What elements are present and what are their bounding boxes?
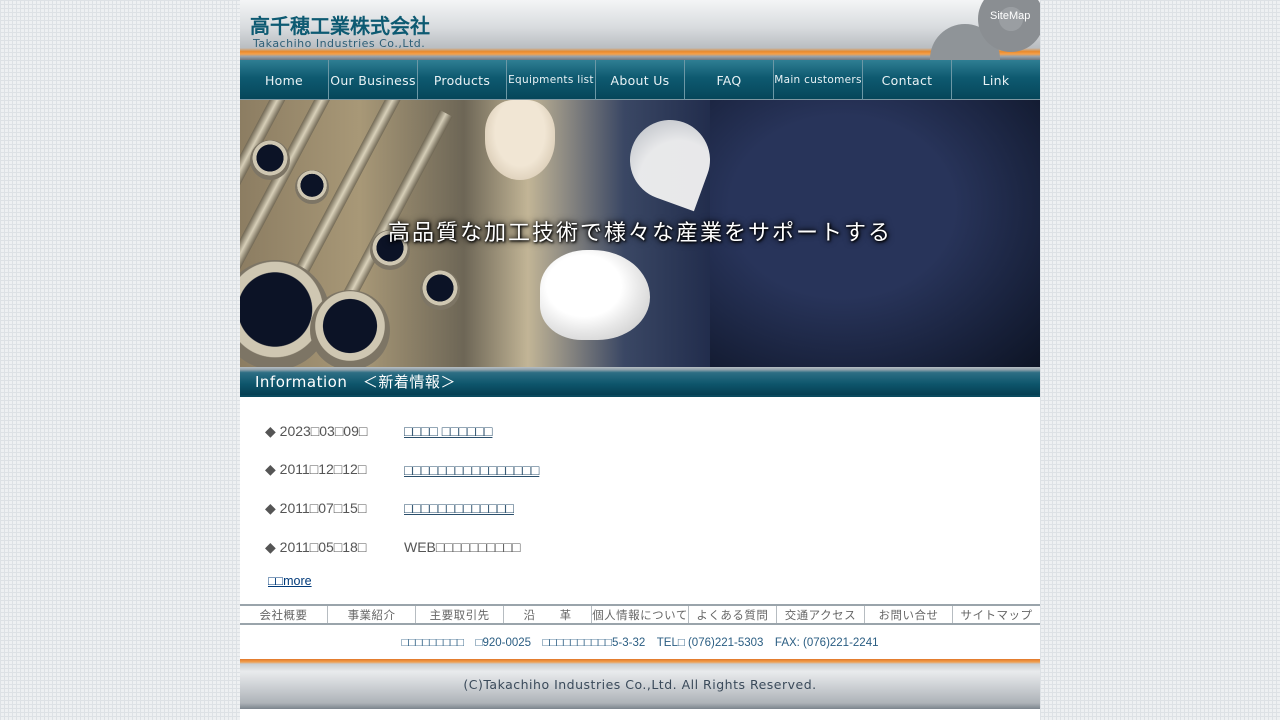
footer-nav-contact[interactable]: お問い合せ — [865, 606, 953, 623]
tube-end — [295, 170, 329, 204]
nav-item-equipments-list[interactable]: Equipments list — [507, 60, 596, 100]
news-list: ◆ 2023□03□09□ □□□□ □□□□□□ ◆ 2011□12□12□ … — [265, 412, 1025, 566]
gauge-icon — [618, 108, 722, 212]
sitemap-link[interactable]: SiteMap — [990, 10, 1030, 22]
main-nav: Home Our Business Products Equipments li… — [240, 60, 1040, 100]
tube-end — [250, 140, 290, 180]
worker-hand — [485, 100, 555, 180]
company-logo-english: Takachiho Industries Co.,Ltd. — [253, 37, 426, 50]
footer-nav-company-overview[interactable]: 会社概要 — [240, 606, 329, 623]
tube-end — [310, 290, 390, 367]
tube-end — [420, 270, 460, 310]
footer-nav-business[interactable]: 事業紹介 — [328, 606, 417, 623]
footer-nav-customers[interactable]: 主要取引先 — [416, 606, 505, 623]
nav-item-link[interactable]: Link — [952, 60, 1040, 100]
footer-nav-privacy[interactable]: 個人情報について — [592, 606, 689, 623]
company-address: □□□□□□□□□ □920-0025 □□□□□□□□□□5-3-32 TEL… — [401, 637, 879, 649]
nav-item-our-business[interactable]: Our Business — [329, 60, 418, 100]
hero-caption: 高品質な加工技術で様々な産業をサポートする — [387, 221, 892, 246]
nav-item-faq[interactable]: FAQ — [685, 60, 774, 100]
copyright: (C)Takachiho Industries Co.,Ltd. All Rig… — [240, 659, 1040, 709]
news-item: ◆ 2011□07□15□ □□□□□□□□□□□□□ — [265, 489, 1025, 528]
hero-image: 高品質な加工技術で様々な産業をサポートする — [240, 100, 1040, 367]
news-item: ◆ 2023□03□09□ □□□□ □□□□□□ — [265, 412, 1025, 451]
nav-item-contact[interactable]: Contact — [863, 60, 952, 100]
worker-glove — [540, 250, 650, 340]
news-item: ◆ 2011□05□18□ WEB□□□□□□□□□□ — [265, 528, 1025, 567]
news-title-link[interactable]: □□□□□□□□□□□□□ — [404, 500, 514, 516]
nav-item-products[interactable]: Products — [418, 60, 507, 100]
nav-item-about-us[interactable]: About Us — [596, 60, 685, 100]
news-title: WEB□□□□□□□□□□ — [404, 539, 521, 556]
footer-nav-history[interactable]: 沿 革 — [504, 606, 593, 623]
news-date: ◆ 2011□12□12□ — [265, 461, 367, 478]
nav-item-home[interactable]: Home — [240, 60, 329, 100]
news-date: ◆ 2023□03□09□ — [265, 422, 368, 439]
information-heading: Information ＜新着情報＞ — [240, 367, 1040, 397]
news-item: ◆ 2011□12□12□ □□□□□□□□□□□□□□□□ — [265, 451, 1025, 490]
news-title-link[interactable]: □□□□□□□□□□□□□□□□ — [404, 462, 539, 478]
news-date: ◆ 2011□05□18□ — [265, 538, 367, 555]
more-news-link[interactable]: □□more — [268, 574, 312, 588]
news-title-link[interactable]: □□□□ □□□□□□ — [404, 423, 492, 439]
page-container: 高千穂工業株式会社 Takachiho Industries Co.,Ltd. … — [240, 0, 1040, 720]
footer-nav: 会社概要 事業紹介 主要取引先 沿 革 個人情報について よくある質問 交通アク… — [240, 604, 1040, 625]
news-date: ◆ 2011□07□15□ — [265, 499, 367, 516]
company-logo[interactable]: 高千穂工業株式会社 — [250, 10, 430, 39]
footer-nav-sitemap[interactable]: サイトマップ — [953, 606, 1040, 623]
site-header: 高千穂工業株式会社 Takachiho Industries Co.,Ltd. … — [240, 0, 1040, 60]
footer-nav-access[interactable]: 交通アクセス — [777, 606, 865, 623]
footer-nav-faq[interactable]: よくある質問 — [689, 606, 777, 623]
nav-item-main-customers[interactable]: Main customers — [774, 60, 863, 100]
